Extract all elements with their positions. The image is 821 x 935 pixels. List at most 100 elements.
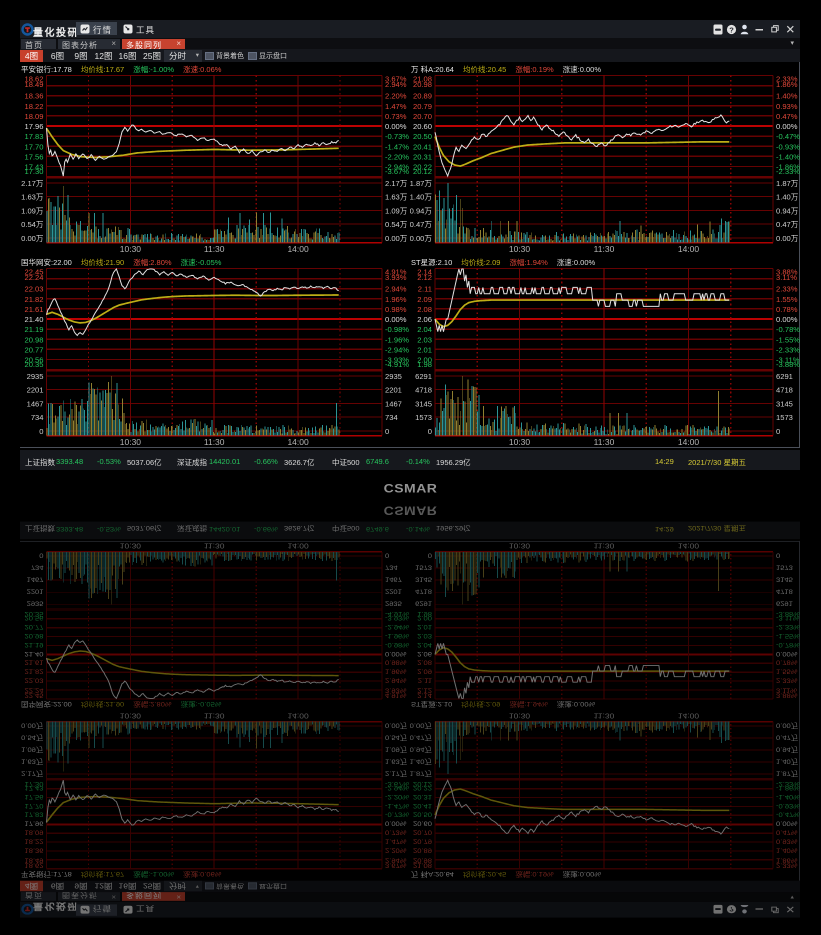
svg-text:11:30: 11:30 xyxy=(594,437,615,447)
svg-text:18.49: 18.49 xyxy=(24,80,43,89)
svg-text:20.12: 20.12 xyxy=(413,167,432,176)
svg-text:3145: 3145 xyxy=(776,399,793,408)
svg-text:3145: 3145 xyxy=(415,399,432,408)
svg-text:10:30: 10:30 xyxy=(120,437,142,447)
svg-text:-0.93%: -0.93% xyxy=(776,802,800,809)
svg-text:0.54万: 0.54万 xyxy=(385,733,407,740)
svg-text:22.24: 22.24 xyxy=(24,273,43,282)
svg-text:17.96: 17.96 xyxy=(25,820,44,827)
svg-text:0: 0 xyxy=(776,552,780,559)
svg-text:2.94%: 2.94% xyxy=(385,80,407,89)
svg-text:14:00: 14:00 xyxy=(287,542,309,550)
svg-text:1.86%: 1.86% xyxy=(776,80,798,89)
svg-text:1467: 1467 xyxy=(27,399,44,408)
svg-text:2.03: 2.03 xyxy=(417,335,432,344)
svg-text:14:00: 14:00 xyxy=(678,542,700,550)
svg-text:0.78%: 0.78% xyxy=(776,659,798,666)
svg-text:1.63万: 1.63万 xyxy=(21,193,44,202)
svg-text:2.11: 2.11 xyxy=(418,677,432,684)
svg-text:1467: 1467 xyxy=(385,399,402,408)
svg-text:0.00万: 0.00万 xyxy=(385,234,408,243)
svg-text:1573: 1573 xyxy=(415,564,432,571)
svg-text:1.40%: 1.40% xyxy=(776,846,798,853)
svg-text:734: 734 xyxy=(385,413,398,422)
svg-text:20.70: 20.70 xyxy=(413,829,432,836)
svg-text:0.00%: 0.00% xyxy=(776,122,798,131)
svg-text:14:00: 14:00 xyxy=(287,244,309,254)
svg-text:20.79: 20.79 xyxy=(413,102,432,111)
svg-text:734: 734 xyxy=(31,413,44,422)
svg-text:-4.91%: -4.91% xyxy=(385,360,409,369)
svg-text:0.00%: 0.00% xyxy=(385,650,407,657)
svg-text:2.08: 2.08 xyxy=(417,305,432,314)
svg-text:2.06: 2.06 xyxy=(417,315,432,324)
svg-text:2935: 2935 xyxy=(385,372,402,381)
svg-text:20.98: 20.98 xyxy=(413,857,432,864)
svg-text:1.40万: 1.40万 xyxy=(410,758,432,765)
svg-text:10:30: 10:30 xyxy=(509,437,531,447)
svg-text:1.09万: 1.09万 xyxy=(21,206,44,215)
svg-text:?: ? xyxy=(729,905,734,912)
svg-text:2.04: 2.04 xyxy=(417,325,432,334)
svg-text:0.94万: 0.94万 xyxy=(410,206,432,215)
svg-text:18.09: 18.09 xyxy=(25,829,44,836)
svg-text:2201: 2201 xyxy=(27,588,44,595)
svg-text:10:30: 10:30 xyxy=(120,712,142,720)
svg-text:0: 0 xyxy=(385,552,389,559)
svg-text:1.86%: 1.86% xyxy=(776,857,798,864)
svg-text:0.00万: 0.00万 xyxy=(385,721,407,728)
svg-text:3.11%: 3.11% xyxy=(776,273,797,282)
svg-text:21.40: 21.40 xyxy=(24,315,43,324)
svg-text:-2.33%: -2.33% xyxy=(776,623,800,630)
svg-text:-3.67%: -3.67% xyxy=(385,167,409,176)
svg-text:3.93%: 3.93% xyxy=(385,687,407,694)
svg-text:1.87万: 1.87万 xyxy=(410,179,432,188)
svg-text:2.11: 2.11 xyxy=(418,285,432,294)
svg-text:20.35: 20.35 xyxy=(25,610,44,617)
svg-text:1.09万: 1.09万 xyxy=(385,206,408,215)
svg-text:0.00万: 0.00万 xyxy=(21,234,44,243)
svg-text:-0.98%: -0.98% xyxy=(385,641,410,648)
svg-text:17.83: 17.83 xyxy=(25,811,44,818)
svg-text:2.17万: 2.17万 xyxy=(21,770,43,777)
svg-text:0.73%: 0.73% xyxy=(385,829,407,836)
svg-text:0.94万: 0.94万 xyxy=(776,206,799,215)
svg-text:2.09: 2.09 xyxy=(417,668,432,675)
svg-text:1.40万: 1.40万 xyxy=(776,758,798,765)
svg-text:1573: 1573 xyxy=(776,564,793,571)
svg-text:18.22: 18.22 xyxy=(25,838,44,845)
svg-text:0.98%: 0.98% xyxy=(385,305,407,314)
svg-text:1.09万: 1.09万 xyxy=(21,746,43,753)
svg-text:2.20%: 2.20% xyxy=(385,92,407,101)
svg-text:2.12: 2.12 xyxy=(417,687,432,694)
svg-text:17.56: 17.56 xyxy=(25,793,44,800)
svg-text:-0.73%: -0.73% xyxy=(385,811,410,818)
svg-text:734: 734 xyxy=(31,564,44,571)
svg-text:17.83: 17.83 xyxy=(24,132,43,141)
svg-text:0.54万: 0.54万 xyxy=(21,220,44,229)
svg-text:6291: 6291 xyxy=(415,600,432,607)
svg-text:-0.93%: -0.93% xyxy=(776,142,800,151)
svg-text:10:30: 10:30 xyxy=(120,542,142,550)
svg-text:10:30: 10:30 xyxy=(120,244,142,254)
svg-text:2.08: 2.08 xyxy=(417,659,432,666)
svg-text:6291: 6291 xyxy=(776,372,793,381)
svg-text:0.47万: 0.47万 xyxy=(410,220,432,229)
svg-text:-0.78%: -0.78% xyxy=(776,641,800,648)
svg-text:20.98: 20.98 xyxy=(413,80,432,89)
svg-text:0: 0 xyxy=(428,427,432,436)
svg-text:20.60: 20.60 xyxy=(413,820,432,827)
svg-text:1.47%: 1.47% xyxy=(385,102,407,111)
svg-text:0.00万: 0.00万 xyxy=(410,234,432,243)
svg-text:20.77: 20.77 xyxy=(24,345,43,354)
svg-text:734: 734 xyxy=(385,564,398,571)
svg-text:14:00: 14:00 xyxy=(678,437,700,447)
svg-text:-1.40%: -1.40% xyxy=(776,152,800,161)
svg-text:17.30: 17.30 xyxy=(24,167,43,176)
svg-text:-2.94%: -2.94% xyxy=(385,623,410,630)
svg-text:-1.96%: -1.96% xyxy=(385,632,410,639)
svg-text:1.40万: 1.40万 xyxy=(410,193,432,202)
svg-text:20.70: 20.70 xyxy=(413,112,432,121)
svg-text:2.17万: 2.17万 xyxy=(21,179,44,188)
svg-text:2.03: 2.03 xyxy=(417,632,432,639)
